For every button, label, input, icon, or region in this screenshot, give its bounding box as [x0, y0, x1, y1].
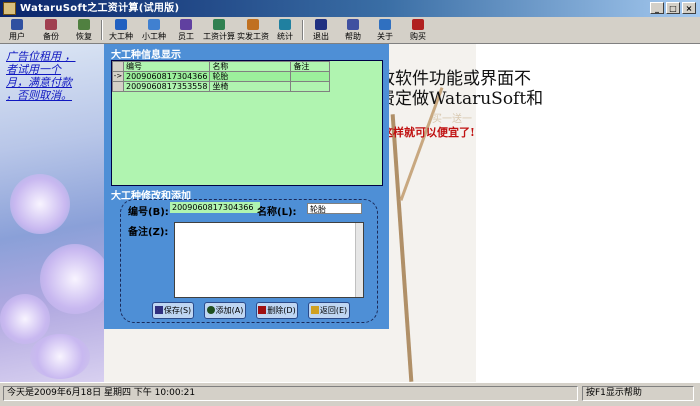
- cell-id[interactable]: 2009060817304366: [122, 71, 211, 82]
- cell-name[interactable]: 轮胎: [209, 71, 292, 82]
- paid-salary-icon: [247, 19, 259, 30]
- delete-button-label: 删除(D): [267, 306, 296, 315]
- toolbar-label: 员工: [178, 32, 194, 41]
- toolbar-label: 用户: [9, 32, 25, 41]
- app-icon: [3, 2, 16, 15]
- buy-icon: [412, 19, 424, 30]
- close-button[interactable]: ×: [682, 2, 696, 14]
- backup-icon: [45, 19, 57, 30]
- flower-decoration: [0, 294, 50, 344]
- toolbar-label: 大工种: [109, 32, 133, 41]
- toolbar-backup-button[interactable]: 备份: [40, 19, 62, 41]
- toolbar-small-job-button[interactable]: 小工种: [141, 19, 167, 41]
- sidebar-background: 广告位租用 ，者试用一个 月，满意付款 ，否则取消。: [0, 44, 110, 382]
- background-red-text: 这样就可以便宜了!: [382, 126, 475, 139]
- help-icon: [347, 19, 359, 30]
- id-label: 编号(B):: [128, 207, 169, 218]
- toolbar-large-job-button[interactable]: 大工种: [108, 19, 134, 41]
- note-label: 备注(Z):: [128, 227, 169, 238]
- cell-id[interactable]: 2009060817353558: [122, 81, 211, 92]
- restore-icon: [78, 19, 90, 30]
- window-title: WataruSoft之工资计算(试用版): [20, 3, 180, 14]
- note-scrollbar[interactable]: [355, 223, 363, 297]
- column-header[interactable]: 名称: [209, 61, 292, 72]
- flower-decoration: [40, 244, 110, 314]
- toolbar-label: 小工种: [142, 32, 166, 41]
- toolbar-label: 关于: [377, 32, 393, 41]
- job-large-icon: [115, 19, 127, 30]
- delete-button[interactable]: 删除(D): [256, 302, 298, 319]
- user-icon: [11, 19, 23, 30]
- job-table: 编号 名称 备注 -> 2009060817304366 轮胎 20090608…: [112, 61, 331, 92]
- table-header-row: 编号 名称 备注: [112, 61, 331, 72]
- employee-icon: [180, 19, 192, 30]
- toolbar-label: 帮助: [345, 32, 361, 41]
- flower-decoration: [30, 334, 90, 379]
- toolbar-label: 备份: [43, 32, 59, 41]
- table-row[interactable]: 2009060817353558 坐椅: [112, 81, 331, 92]
- cell-name[interactable]: 坐椅: [209, 81, 292, 92]
- row-indicator: [112, 81, 124, 92]
- toolbar-buy-button[interactable]: 购买: [408, 19, 428, 41]
- status-bar: 今天是2009年6月18日 星期四 下午 10:00:21 按F1显示帮助: [0, 382, 700, 406]
- toolbar-user-button[interactable]: 用户: [6, 19, 28, 41]
- status-help: 按F1显示帮助: [582, 386, 694, 401]
- toolbar-label: 恢复: [76, 32, 92, 41]
- list-section-title: 大工种信息显示: [111, 50, 181, 61]
- toolbar-label: 购买: [410, 32, 426, 41]
- name-field[interactable]: 轮胎: [307, 203, 362, 214]
- toolbar-stats-button[interactable]: 统计: [275, 19, 295, 41]
- maximize-button[interactable]: □: [666, 2, 680, 14]
- row-indicator: ->: [112, 71, 124, 82]
- toolbar-restore-button[interactable]: 恢复: [73, 19, 95, 41]
- status-datetime: 今天是2009年6月18日 星期四 下午 10:00:21: [3, 386, 578, 401]
- background-text-line2: 费定做WataruSoft和: [378, 89, 544, 109]
- toolbar-exit-button[interactable]: 退出: [311, 19, 331, 41]
- column-header[interactable]: 备注: [290, 61, 331, 72]
- add-button-label: 添加(A): [215, 306, 244, 315]
- column-header[interactable]: 编号: [122, 61, 211, 72]
- save-button[interactable]: 保存(S): [152, 302, 194, 319]
- job-dialog: 大工种信息显示 编号 名称 备注 -> 2009060817304366 轮胎: [104, 44, 389, 329]
- name-label: 名称(L):: [257, 207, 297, 218]
- toolbar-about-button[interactable]: 关于: [375, 19, 395, 41]
- salary-calc-icon: [213, 19, 225, 30]
- main-client-area: 广告位租用 ，者试用一个 月，满意付款 ，否则取消。 改软件功能或界面不 费定做…: [0, 44, 700, 382]
- job-grid[interactable]: 编号 名称 备注 -> 2009060817304366 轮胎 20090608…: [111, 60, 383, 186]
- toolbar-separator: [101, 20, 103, 40]
- back-button-label: 返回(E): [319, 306, 348, 315]
- about-icon: [379, 19, 391, 30]
- toolbar: 用户 备份 恢复 大工种 小工种 员工 工资计算 实发工资 统计 退出 帮助 关…: [0, 17, 700, 44]
- toolbar-label: 工资计算: [203, 32, 235, 41]
- cell-note[interactable]: [290, 71, 331, 82]
- row-indicator-header: [112, 61, 124, 72]
- toolbar-help-button[interactable]: 帮助: [343, 19, 363, 41]
- toolbar-label: 退出: [313, 32, 329, 41]
- background-stamp: 买一送一: [432, 114, 472, 125]
- toolbar-label: 实发工资: [237, 32, 269, 41]
- delete-icon: [258, 306, 267, 314]
- stats-icon: [279, 19, 291, 30]
- save-icon: [154, 306, 163, 314]
- id-field[interactable]: 2009060817304366: [170, 202, 260, 213]
- title-bar: WataruSoft之工资计算(试用版) _ □ ×: [0, 0, 700, 17]
- note-textarea[interactable]: [174, 222, 364, 298]
- cell-note[interactable]: [290, 81, 331, 92]
- exit-icon: [315, 19, 327, 30]
- toolbar-separator: [302, 20, 304, 40]
- flower-decoration: [10, 174, 70, 234]
- ad-link[interactable]: 广告位租用 ，者试用一个 月，满意付款 ，否则取消。: [6, 50, 76, 102]
- back-button[interactable]: 返回(E): [308, 302, 350, 319]
- toolbar-employee-button[interactable]: 员工: [175, 19, 197, 41]
- toolbar-paid-salary-button[interactable]: 实发工资: [237, 19, 269, 41]
- toolbar-salary-calc-button[interactable]: 工资计算: [203, 19, 235, 41]
- job-small-icon: [148, 19, 160, 30]
- save-button-label: 保存(S): [163, 306, 192, 315]
- folder-icon: [310, 306, 319, 314]
- toolbar-label: 统计: [277, 32, 293, 41]
- minimize-button[interactable]: _: [650, 2, 664, 14]
- table-row[interactable]: -> 2009060817304366 轮胎: [112, 71, 331, 82]
- add-icon: [206, 306, 215, 314]
- add-button[interactable]: 添加(A): [204, 302, 246, 319]
